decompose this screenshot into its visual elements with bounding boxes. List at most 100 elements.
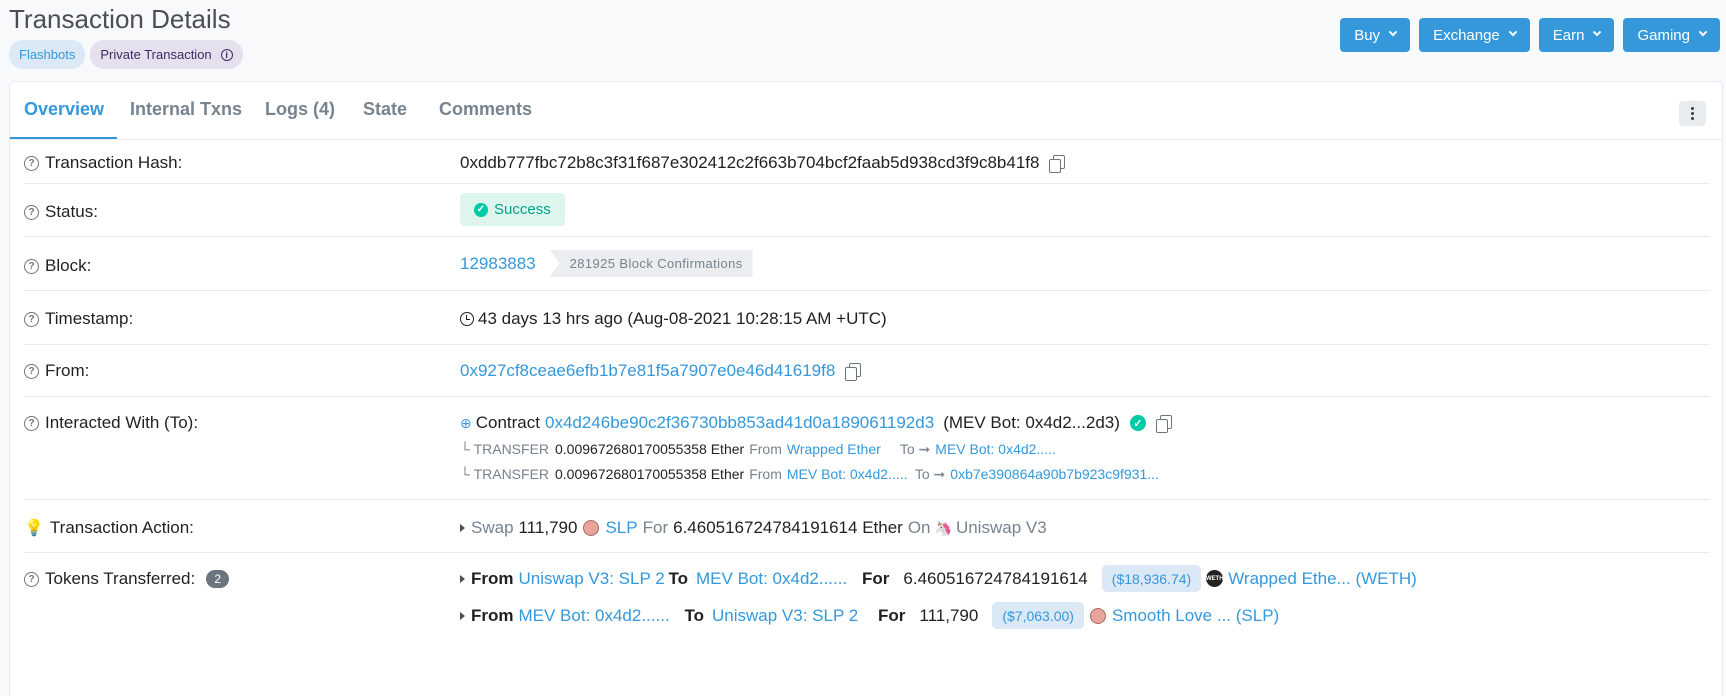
block-label: Block: — [45, 256, 92, 275]
for-label: For — [642, 518, 669, 537]
contract-search-icon: ⊕ — [460, 414, 472, 431]
contract-address-link[interactable]: 0x4d246be90c2f36730bb853ad41d0a189061192… — [545, 413, 934, 433]
question-icon[interactable]: ? — [24, 363, 39, 379]
gaming-button[interactable]: Gaming — [1623, 18, 1720, 52]
hash-label: Transaction Hash: — [45, 153, 183, 172]
active-tab-indicator — [10, 137, 117, 139]
caret-right-icon — [460, 524, 465, 532]
internal-transfer-row: └ TRANSFER 0.009672680170055358 Ether Fr… — [460, 466, 1159, 483]
token-to-link[interactable]: Uniswap V3: SLP 2 — [712, 606, 878, 626]
exchange-label: Exchange — [1433, 26, 1500, 44]
chevron-down-icon — [1388, 27, 1398, 37]
status-label: Status: — [45, 202, 98, 221]
chevron-down-icon — [1593, 27, 1602, 37]
lightbulb-icon: 💡 — [24, 520, 44, 537]
token-to-link[interactable]: MEV Bot: 0x4d2...... — [696, 569, 862, 589]
question-icon[interactable]: ? — [24, 311, 39, 327]
token-in-link[interactable]: SLP — [605, 518, 637, 538]
from-label: From — [471, 605, 514, 625]
chevron-down-icon — [1508, 27, 1518, 37]
transfer-from-link[interactable]: Wrapped Ether — [787, 441, 900, 458]
question-icon[interactable]: ? — [24, 571, 39, 587]
row-timestamp: ? Timestamp: 43 days 13 hrs ago (Aug-08-2… — [24, 291, 1710, 345]
token-transfer-row: From Uniswap V3: SLP 2 To MEV Bot: 0x4d2… — [460, 565, 1417, 592]
info-icon[interactable]: i — [220, 48, 233, 61]
uniswap-icon: 🦄 — [934, 519, 952, 536]
for-label: For — [878, 605, 906, 625]
copy-icon[interactable] — [1049, 154, 1066, 173]
clock-icon — [460, 312, 474, 326]
question-icon[interactable]: ? — [24, 258, 39, 274]
caret-right-icon — [460, 611, 465, 620]
row-tokens-transferred: ? Tokens Transferred: 2 From Uniswap V3: S… — [24, 553, 1710, 653]
slp-token-icon — [583, 520, 600, 536]
buy-button[interactable]: Buy — [1340, 18, 1411, 52]
contract-name: (MEV Bot: 0x4d2...2d3) — [943, 413, 1120, 432]
transfer-to-link[interactable]: MEV Bot: 0x4d2..... — [935, 441, 1056, 458]
verified-check-icon: ✓ — [1129, 415, 1146, 431]
details-card: Overview Internal Txns Logs (4) State Co… — [9, 81, 1723, 696]
status-badge: ✓ Success — [460, 193, 565, 226]
status-value: Success — [494, 201, 551, 218]
buy-label: Buy — [1354, 26, 1381, 44]
token-transfer-row: From MEV Bot: 0x4d2...... To Uniswap V3:… — [460, 602, 1279, 629]
badge-group: Flashbots Private Transaction i — [9, 40, 243, 69]
earn-button[interactable]: Earn — [1538, 18, 1615, 52]
transfer-from-label: From — [749, 441, 782, 457]
token-amount: 6.460516724784191614 — [903, 568, 1088, 588]
dex-name: Uniswap V3 — [955, 518, 1047, 537]
question-icon[interactable]: ? — [24, 204, 39, 220]
slp-token-icon — [1089, 607, 1106, 624]
row-status: ? Status: ✓ Success — [24, 184, 1710, 237]
token-name-link[interactable]: Smooth Love ... (SLP) — [1112, 606, 1279, 626]
token-name-link[interactable]: Wrapped Ethe... (WETH) — [1228, 569, 1417, 589]
question-icon[interactable]: ? — [24, 155, 39, 171]
transfer-from-label: From — [749, 466, 782, 482]
to-label: To — [668, 568, 689, 588]
copy-icon[interactable] — [845, 362, 862, 381]
from-label: From: — [45, 361, 90, 380]
check-circle-icon: ✓ — [474, 202, 488, 217]
tab-logs[interactable]: Logs (4) — [265, 99, 335, 120]
timestamp-label: Timestamp: — [45, 309, 134, 328]
row-transaction-action: 💡 Transaction Action: Swap 111,790 SLP Fo… — [24, 500, 1710, 553]
swap-label: Swap — [471, 518, 514, 537]
tab-state[interactable]: State — [363, 99, 407, 120]
for-label: For — [862, 568, 890, 588]
transaction-hash-value: 0xddb777fbc72b8c3f31f687e302412c2f663b70… — [460, 153, 1040, 172]
row-from: ? From: 0x927cf8ceae6efb1b7e81f5a7907e0e4… — [24, 345, 1710, 397]
from-address-link[interactable]: 0x927cf8ceae6efb1b7e81f5a7907e0e46d41619… — [460, 361, 835, 381]
block-number-link[interactable]: 12983883 — [460, 254, 536, 274]
transfer-type: └ TRANSFER — [460, 466, 550, 482]
private-transaction-label: Private Transaction — [100, 47, 212, 62]
tab-comments[interactable]: Comments — [439, 99, 532, 120]
transfer-to-link[interactable]: 0xb7e390864a90b7b923c9f931... — [950, 466, 1159, 483]
more-options-icon[interactable] — [1679, 101, 1706, 126]
exchange-button[interactable]: Exchange — [1419, 18, 1530, 52]
token-from-link[interactable]: MEV Bot: 0x4d2...... — [519, 606, 685, 626]
token-from-link[interactable]: Uniswap V3: SLP 2 — [519, 569, 669, 589]
swap-amount-out: 6.460516724784191614 Ether — [673, 518, 903, 537]
interacted-label: Interacted With (To): — [45, 413, 199, 432]
transfer-type: └ TRANSFER — [460, 441, 550, 457]
transfer-to-label: To ➞ — [899, 441, 931, 457]
copy-icon[interactable] — [1155, 414, 1172, 433]
row-block: ? Block: 12983883 281925 Block Confirmatio… — [24, 237, 1710, 291]
weth-token-icon: WETH — [1206, 570, 1224, 587]
transfer-from-link[interactable]: MEV Bot: 0x4d2..... — [787, 466, 915, 483]
tab-overview[interactable]: Overview — [24, 99, 104, 120]
row-interacted-with: ? Interacted With (To): ⊕ Contract 0x4d24… — [24, 397, 1710, 500]
usd-value-badge: ($18,936.74) — [1101, 565, 1202, 592]
token-amount: 111,790 — [919, 605, 979, 625]
transfer-amount: 0.009672680170055358 Ether — [555, 466, 745, 482]
gaming-label: Gaming — [1637, 26, 1690, 44]
private-transaction-badge[interactable]: Private Transaction i — [90, 40, 243, 69]
to-label: To — [684, 605, 705, 625]
question-icon[interactable]: ? — [24, 415, 39, 431]
flashbots-badge[interactable]: Flashbots — [9, 40, 86, 69]
from-label: From — [471, 568, 514, 588]
tab-internal-txns[interactable]: Internal Txns — [130, 99, 242, 120]
usd-value-badge: ($7,063.00) — [992, 602, 1084, 629]
transfer-to-label: To ➞ — [914, 466, 946, 482]
chevron-down-icon — [1698, 27, 1708, 37]
